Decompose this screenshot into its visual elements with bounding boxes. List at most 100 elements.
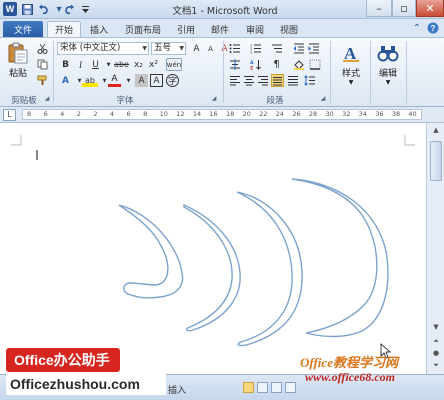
underline-button[interactable]: U bbox=[89, 58, 102, 71]
bullets-icon[interactable] bbox=[228, 42, 241, 55]
freehand-stroke[interactable] bbox=[291, 178, 389, 338]
site-watermark-url: www.office68.com bbox=[305, 370, 395, 384]
help-icon[interactable]: ? bbox=[426, 21, 440, 35]
next-page-icon[interactable]: ⏷ bbox=[430, 361, 442, 371]
scroll-thumb[interactable] bbox=[430, 141, 442, 181]
tab-mailings[interactable]: 邮件 bbox=[205, 21, 235, 37]
tab-review[interactable]: 审阅 bbox=[240, 21, 270, 37]
scroll-down-icon[interactable]: ▼ bbox=[430, 323, 442, 333]
editing-button[interactable]: 编辑 ▼ bbox=[375, 42, 401, 86]
strikethrough-button[interactable]: abe bbox=[113, 58, 130, 71]
char-border-button[interactable]: A bbox=[150, 74, 163, 87]
document-drawing bbox=[11, 135, 415, 359]
align-center-icon[interactable] bbox=[242, 74, 255, 87]
ruler-number: 32 bbox=[342, 110, 351, 118]
restore-button[interactable]: ▫ bbox=[392, 0, 416, 17]
ruler-number: 18 bbox=[226, 110, 235, 118]
scroll-up-icon[interactable]: ▲ bbox=[430, 126, 442, 136]
tab-page-layout[interactable]: 页面布局 bbox=[118, 21, 168, 37]
close-button[interactable]: ✕ bbox=[416, 0, 444, 17]
numbering-icon[interactable]: 123 bbox=[249, 42, 262, 55]
font-color-button[interactable]: A bbox=[108, 74, 121, 87]
font-size-value: 五号 bbox=[154, 43, 172, 53]
minimize-button[interactable]: – bbox=[366, 0, 392, 17]
tab-insert[interactable]: 插入 bbox=[84, 21, 114, 37]
page-corner-mark bbox=[404, 135, 415, 146]
site-watermark-title: Office教程学习网 bbox=[300, 355, 398, 370]
tab-references[interactable]: 引用 bbox=[171, 21, 201, 37]
ruler-number: 8 bbox=[143, 110, 148, 118]
print-layout-view-button[interactable] bbox=[243, 382, 254, 393]
shrink-font-button[interactable]: A bbox=[204, 42, 217, 55]
font-size-select[interactable]: 五号 ▼ bbox=[151, 42, 186, 55]
save-icon[interactable] bbox=[20, 2, 34, 16]
multilevel-list-icon[interactable] bbox=[270, 42, 283, 55]
bold-button[interactable]: B bbox=[59, 58, 72, 71]
page-corner-mark bbox=[11, 135, 22, 146]
tab-home[interactable]: 开始 bbox=[47, 21, 81, 37]
ruler-number: 8 bbox=[27, 110, 32, 118]
browse-object-icon[interactable]: ● bbox=[430, 349, 442, 359]
undo-icon[interactable] bbox=[36, 2, 50, 16]
highlight-button[interactable]: ab bbox=[82, 74, 98, 87]
char-shading-button[interactable]: A bbox=[135, 74, 148, 87]
superscript-button[interactable]: x² bbox=[147, 58, 160, 71]
prev-page-icon[interactable]: ⏶ bbox=[430, 337, 442, 347]
freehand-stroke[interactable] bbox=[236, 191, 303, 347]
redo-icon[interactable] bbox=[62, 2, 76, 16]
freehand-stroke[interactable] bbox=[118, 204, 184, 299]
ruler-track[interactable]: 8 6 4 2 2 4 6 8 10 12 14 16 18 20 22 24 26 28 30 32 34 36 38 40 bbox=[22, 109, 422, 120]
styles-button-label: 样式 bbox=[341, 69, 360, 79]
chevron-down-icon: ▼ bbox=[142, 45, 147, 52]
vertical-scrollbar[interactable]: ▲ ▼ ⏶ ● ⏷ bbox=[426, 123, 444, 374]
group-divider bbox=[406, 41, 407, 103]
shading-icon[interactable] bbox=[292, 58, 305, 71]
clipboard-launcher-icon[interactable]: ◢ bbox=[43, 95, 51, 103]
tab-file[interactable]: 文件 bbox=[3, 21, 43, 37]
chinese-layout-icon[interactable] bbox=[228, 58, 241, 71]
align-left-icon[interactable] bbox=[228, 74, 241, 87]
decrease-indent-icon[interactable] bbox=[292, 42, 305, 55]
outline-view-button[interactable] bbox=[285, 382, 296, 393]
styles-button[interactable]: A 样式 ▼ bbox=[338, 42, 364, 86]
font-launcher-icon[interactable]: ◢ bbox=[210, 95, 218, 103]
copy-icon[interactable] bbox=[36, 58, 49, 71]
grow-font-icon: A bbox=[193, 43, 200, 54]
ruler-number: 22 bbox=[259, 110, 268, 118]
grow-font-button[interactable]: A bbox=[190, 42, 203, 55]
full-screen-view-button[interactable] bbox=[257, 382, 268, 393]
paste-label: 粘贴 bbox=[8, 69, 27, 79]
customize-quick-access-icon[interactable] bbox=[78, 2, 92, 16]
justify-icon[interactable] bbox=[271, 74, 284, 87]
paste-button[interactable]: 粘贴 bbox=[5, 42, 31, 79]
show-marks-icon[interactable]: ¶ bbox=[270, 58, 283, 71]
freehand-stroke[interactable] bbox=[183, 203, 241, 332]
minimize-ribbon-icon[interactable]: ⌃ bbox=[410, 21, 424, 35]
insert-mode-indicator[interactable]: 插入 bbox=[168, 383, 186, 396]
tab-selector[interactable]: L bbox=[3, 109, 16, 121]
paragraph-launcher-icon[interactable]: ◢ bbox=[319, 95, 327, 103]
tab-view[interactable]: 视图 bbox=[274, 21, 304, 37]
font-name-select[interactable]: 宋体 (中文正文) ▼ bbox=[57, 42, 149, 55]
line-spacing-icon[interactable] bbox=[303, 74, 316, 87]
distributed-icon[interactable] bbox=[286, 74, 299, 87]
shrink-font-icon: A bbox=[208, 44, 213, 53]
word-app-icon[interactable]: W bbox=[3, 2, 17, 16]
ruler-number: 4 bbox=[60, 110, 65, 118]
web-layout-view-button[interactable] bbox=[271, 382, 282, 393]
format-painter-icon[interactable] bbox=[36, 74, 49, 87]
enclose-char-button[interactable]: 字 bbox=[166, 74, 179, 87]
font-color-dropdown-icon[interactable]: ▼ bbox=[122, 74, 135, 87]
phonetic-guide-button[interactable]: wén bbox=[166, 58, 182, 71]
align-right-icon[interactable] bbox=[256, 74, 269, 87]
ruler-number: 28 bbox=[308, 110, 318, 118]
cut-icon[interactable] bbox=[36, 42, 49, 55]
subscript-button[interactable]: x₂ bbox=[132, 58, 145, 71]
document-canvas[interactable] bbox=[0, 123, 426, 374]
sort-icon[interactable]: AZ bbox=[249, 58, 262, 71]
increase-indent-icon[interactable] bbox=[307, 42, 320, 55]
italic-button[interactable]: I bbox=[74, 58, 87, 71]
ruler-number: 26 bbox=[292, 110, 301, 118]
borders-icon[interactable] bbox=[308, 58, 321, 71]
text-effects-button[interactable]: A bbox=[59, 74, 72, 87]
